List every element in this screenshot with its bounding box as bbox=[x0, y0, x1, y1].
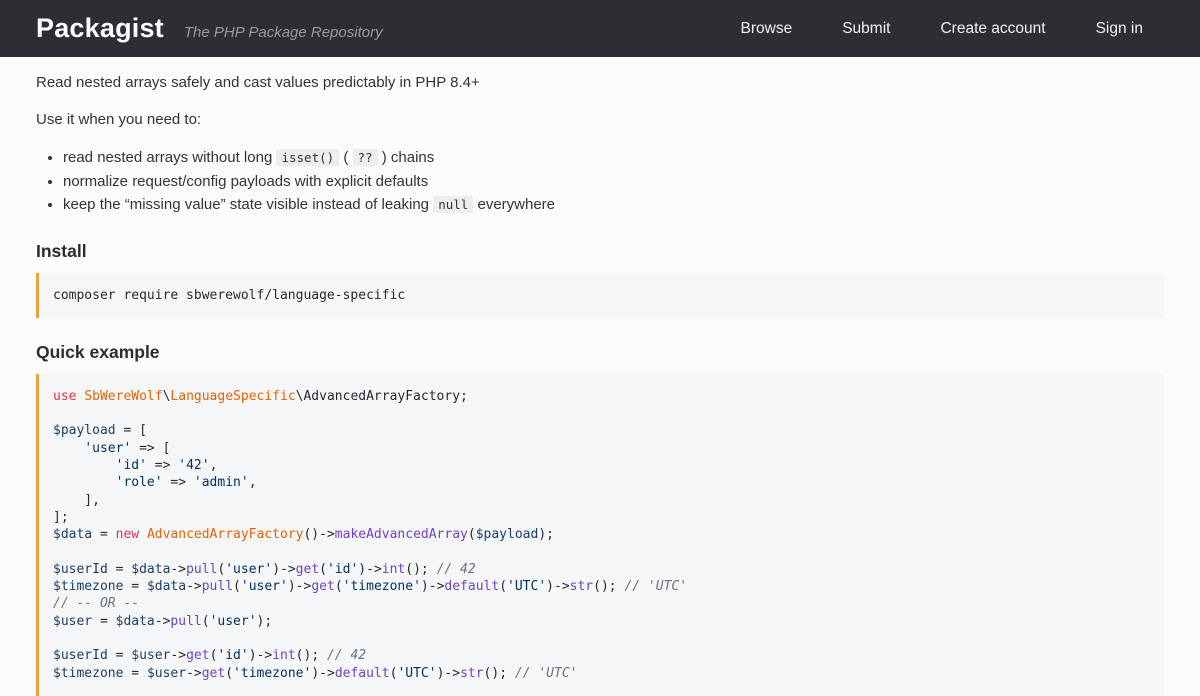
use-cases-lead: Use it when you need to: bbox=[36, 109, 1164, 131]
code-line: // -- OR -- bbox=[53, 595, 1148, 612]
use-case-item: normalize request/config payloads with e… bbox=[63, 170, 1164, 194]
code-line: ], bbox=[53, 492, 1148, 509]
site-header: Packagist The PHP Package Repository Bro… bbox=[0, 0, 1200, 57]
code-line: ]; bbox=[53, 509, 1148, 526]
example-code-block: use SbWereWolf\LanguageSpecific\Advanced… bbox=[36, 374, 1164, 696]
code-line: $data = new AdvancedArrayFactory()->make… bbox=[53, 526, 1148, 543]
nav-link-browse[interactable]: Browse bbox=[741, 20, 793, 38]
nav-link-sign-in[interactable]: Sign in bbox=[1096, 20, 1143, 38]
inline-code: isset() bbox=[276, 149, 339, 166]
code-line: $user = $data->pull('user'); bbox=[53, 613, 1148, 630]
inline-code: null bbox=[433, 196, 473, 213]
code-line: $userId = $data->pull('user')->get('id')… bbox=[53, 561, 1148, 578]
code-line bbox=[53, 630, 1148, 647]
code-line: 'id' => '42', bbox=[53, 457, 1148, 474]
packagist-logo[interactable]: Packagist bbox=[36, 13, 164, 44]
code-line: use SbWereWolf\LanguageSpecific\Advanced… bbox=[53, 388, 1148, 405]
code-line bbox=[53, 543, 1148, 560]
site-tagline: The PHP Package Repository bbox=[184, 24, 383, 41]
nav-link-create-account[interactable]: Create account bbox=[940, 20, 1045, 38]
use-case-item: read nested arrays without long isset() … bbox=[63, 146, 1164, 170]
use-case-list: read nested arrays without long isset() … bbox=[36, 146, 1164, 217]
brand-wrap: Packagist The PHP Package Repository bbox=[36, 13, 741, 44]
top-nav: Browse Submit Create account Sign in bbox=[741, 20, 1143, 38]
install-heading: Install bbox=[36, 241, 1164, 262]
inline-code: ?? bbox=[353, 149, 378, 166]
readme-content: Read nested arrays safely and cast value… bbox=[0, 57, 1200, 696]
nav-link-submit[interactable]: Submit bbox=[842, 20, 890, 38]
readme-intro: Read nested arrays safely and cast value… bbox=[36, 72, 1164, 94]
code-line: $timezone = $user->get('timezone')->defa… bbox=[53, 665, 1148, 682]
code-line: $timezone = $data->pull('user')->get('ti… bbox=[53, 578, 1148, 595]
quick-example-heading: Quick example bbox=[36, 342, 1164, 363]
code-line: $payload = [ bbox=[53, 422, 1148, 439]
use-case-item: keep the “missing value” state visible i… bbox=[63, 193, 1164, 217]
example-code: use SbWereWolf\LanguageSpecific\Advanced… bbox=[53, 388, 1148, 682]
code-line: 'role' => 'admin', bbox=[53, 474, 1148, 491]
install-code-block: composer require sbwerewolf/language-spe… bbox=[36, 273, 1164, 318]
code-line bbox=[53, 405, 1148, 422]
code-line: 'user' => [ bbox=[53, 440, 1148, 457]
code-line: $userId = $user->get('id')->int(); // 42 bbox=[53, 647, 1148, 664]
install-command: composer require sbwerewolf/language-spe… bbox=[53, 287, 1148, 304]
